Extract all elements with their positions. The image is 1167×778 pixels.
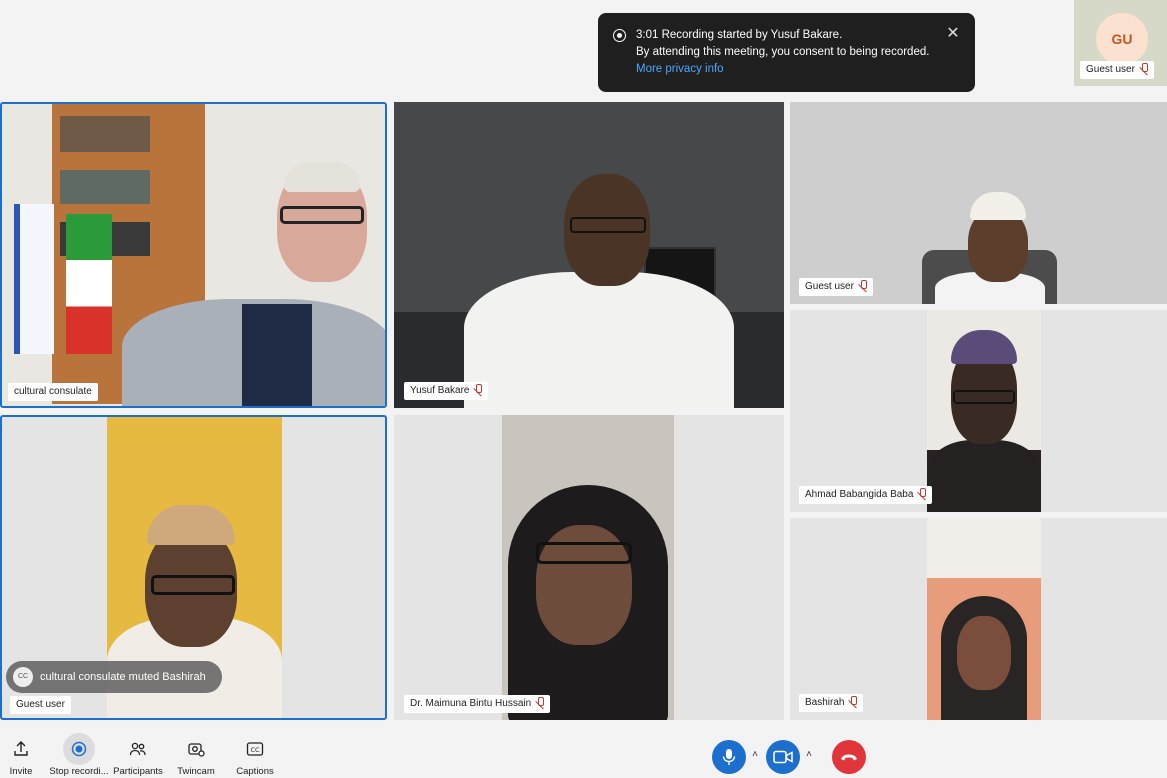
recording-icon xyxy=(613,29,626,42)
end-call-button[interactable] xyxy=(832,740,866,774)
participant-name-tag: Guest user xyxy=(1080,61,1154,79)
hang-up-icon xyxy=(841,754,857,761)
cap xyxy=(147,505,235,545)
video-camera-icon xyxy=(773,750,793,764)
self-avatar: GU xyxy=(1096,13,1148,65)
video-tile-dr-maimuna-bintu-hussain[interactable]: Dr. Maimuna Bintu Hussain xyxy=(394,415,784,720)
mic-muted-icon xyxy=(918,488,927,498)
mic-muted-icon xyxy=(859,280,867,290)
meeting-toolbar: Invite Stop recordi... Participants Twin… xyxy=(0,728,1167,778)
participant-name: Bashirah xyxy=(805,697,845,708)
caption-text: cultural consulate muted Bashirah xyxy=(40,671,206,683)
twincam-icon xyxy=(166,736,226,762)
notification-body: By attending this meeting, you consent t… xyxy=(636,46,930,58)
participants-label: Participants xyxy=(113,766,163,777)
camera-button[interactable] xyxy=(766,740,800,774)
microphone-options-chevron-icon[interactable]: ˄ xyxy=(748,748,762,762)
shelf-books xyxy=(60,170,150,204)
stop-recording-button[interactable]: Stop recordi... xyxy=(49,733,109,777)
camera-options-chevron-icon[interactable]: ˄ xyxy=(802,748,816,762)
video-tile-cultural-consulate[interactable]: cultural consulate xyxy=(0,102,387,408)
participant-name-tag: Guest user xyxy=(799,278,873,296)
mic-muted-icon xyxy=(536,697,545,707)
twincam-label: Twincam xyxy=(177,766,215,777)
glasses xyxy=(570,217,646,233)
shelf-books xyxy=(60,116,150,152)
microphone-button[interactable] xyxy=(712,740,746,774)
glasses xyxy=(953,390,1015,404)
participant-name: Ahmad Babangida Baba xyxy=(805,489,914,500)
microphone-icon xyxy=(722,749,736,765)
participant-name-tag: Bashirah xyxy=(799,694,864,712)
notification-title: 3:01 Recording started by Yusuf Bakare. xyxy=(636,29,843,41)
mic-muted-icon xyxy=(474,384,483,394)
flag xyxy=(66,214,112,354)
self-view[interactable]: GU Guest user xyxy=(1074,0,1167,86)
participant-name-tag: Yusuf Bakare xyxy=(404,382,489,400)
record-icon xyxy=(63,733,95,765)
privacy-info-link[interactable]: More privacy info xyxy=(636,61,959,78)
person xyxy=(464,272,734,408)
participant-name: Dr. Maimuna Bintu Hussain xyxy=(410,698,532,709)
recording-notification: 3:01 Recording started by Yusuf Bakare. … xyxy=(598,13,975,92)
svg-text:CC: CC xyxy=(250,746,260,754)
participant-name-tag: Ahmad Babangida Baba xyxy=(799,486,933,504)
invite-label: Invite xyxy=(9,766,33,777)
mic-muted-icon xyxy=(849,696,858,706)
flag xyxy=(14,204,54,354)
participant-name-tag: Dr. Maimuna Bintu Hussain xyxy=(404,695,551,713)
person-face xyxy=(957,616,1011,690)
captions-label: Captions xyxy=(236,766,274,777)
stop-recording-label: Stop recordi... xyxy=(49,766,109,777)
video-tile-guest-user[interactable]: Guest user xyxy=(790,102,1167,304)
cap xyxy=(970,192,1026,220)
glasses xyxy=(536,542,632,564)
video-feed xyxy=(927,310,1041,512)
video-tile-bashirah[interactable]: Bashirah xyxy=(790,518,1167,720)
twincam-button[interactable]: Twincam xyxy=(166,736,226,777)
video-feed xyxy=(927,518,1041,720)
caption-notification: CC cultural consulate muted Bashirah xyxy=(6,661,222,693)
participant-name: Guest user xyxy=(1086,64,1135,75)
cc-icon: CC xyxy=(13,667,33,687)
meeting-window: cultural consulate Yusuf Bakare Guest us… xyxy=(0,0,1167,778)
ceiling xyxy=(927,518,1041,578)
hair xyxy=(284,162,360,192)
person xyxy=(927,440,1041,512)
video-tile-yusuf-bakare[interactable]: Yusuf Bakare xyxy=(394,102,784,408)
captions-icon: CC xyxy=(225,736,285,762)
video-tile-ahmad-babangida-baba[interactable]: Ahmad Babangida Baba xyxy=(790,310,1167,512)
close-icon[interactable]: ✕ xyxy=(945,26,961,42)
person-shirt xyxy=(242,304,312,406)
participant-name-tag: Guest user xyxy=(10,696,71,714)
participant-name-tag: cultural consulate xyxy=(8,383,98,401)
participant-name: Yusuf Bakare xyxy=(410,385,470,396)
video-feed xyxy=(502,415,674,720)
share-icon xyxy=(0,736,51,762)
mic-muted-icon xyxy=(1140,63,1148,73)
participants-button[interactable]: Participants xyxy=(108,736,168,777)
invite-button[interactable]: Invite xyxy=(0,736,51,777)
glasses xyxy=(280,206,364,224)
participant-name: Guest user xyxy=(805,281,854,292)
people-icon xyxy=(108,736,168,762)
captions-button[interactable]: CC Captions xyxy=(225,736,285,777)
glasses xyxy=(151,575,235,595)
